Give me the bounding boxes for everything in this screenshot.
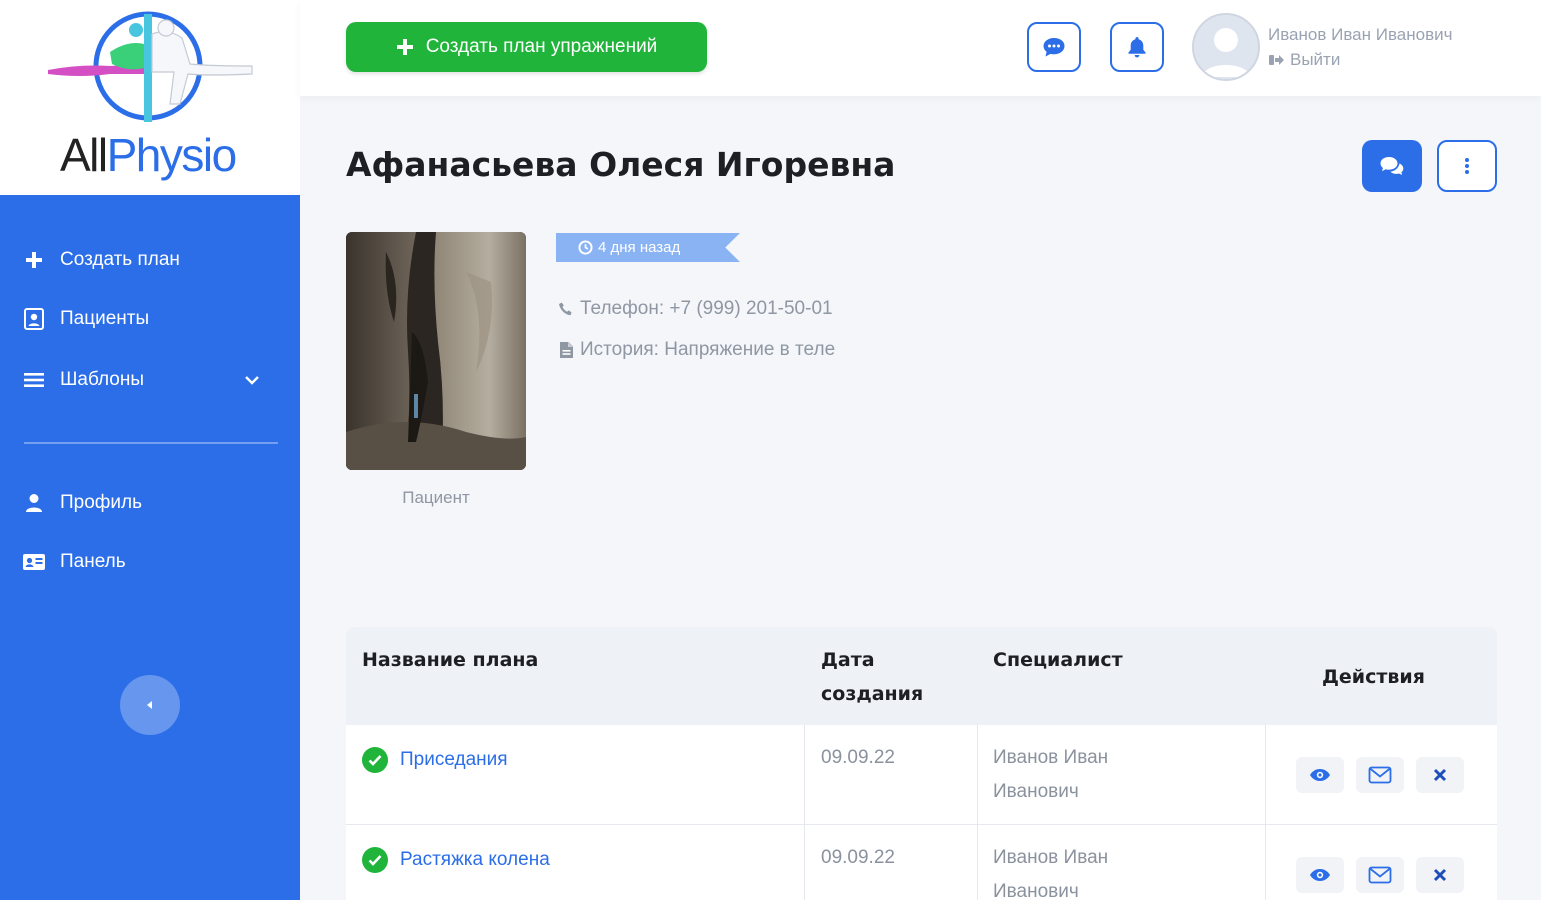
history-line: История: Напряжение в теле [556,339,835,361]
plan-link[interactable]: Приседания [362,743,508,777]
brand-name: AllPhysio [60,128,238,182]
logout-icon [1269,55,1284,65]
chat-with-patient-button[interactable] [1362,140,1422,192]
envelope-icon [1368,866,1392,884]
sidebar-item-label: Пациенты [60,308,150,329]
close-icon [1433,768,1447,782]
plan-name: Приседания [400,749,508,770]
sidebar-item-label: Создать план [60,249,180,270]
specialist-name-line2: Иванович [993,781,1079,802]
table-row: Приседания 09.09.22 Иванов Иван Иванович [346,725,1497,825]
list-icon [22,368,46,392]
brand-name-all: All [60,129,108,181]
specialist-name-line1: Иванов Иван [993,747,1109,768]
create-exercise-plan-label: Создать план упражнений [425,36,658,57]
sidebar-divider [24,442,278,444]
table-row: Растяжка колена 09.09.22 Иванов Иван Ива… [346,825,1497,900]
send-plan-button[interactable] [1356,857,1404,893]
column-header-plan-name[interactable]: Название плана [362,643,538,677]
envelope-icon [1368,766,1392,784]
logout-label: Выйти [1290,50,1341,69]
sidebar-item-profile[interactable]: Профиль [22,488,142,518]
eye-icon [1310,769,1330,781]
sidebar: Создать план Пациенты Шаблоны Профиль Па… [0,195,300,900]
vertical-ellipsis-icon [1465,158,1469,174]
page-title: Афанасьева Олеся Игоревна [346,145,896,184]
messages-button[interactable] [1027,22,1081,72]
sidebar-item-label: Панель [60,551,126,572]
column-header-actions: Действия [1322,666,1425,688]
column-header-created-line2[interactable]: создания [821,677,923,711]
default-avatar-icon [1194,15,1258,79]
brand-name-physio: Physio [106,129,238,181]
sidebar-item-templates[interactable]: Шаблоны [22,365,144,395]
clock-icon [578,240,593,255]
plans-table: Название плана Дата создания Специалист … [346,627,1497,900]
chevron-down-icon[interactable] [242,370,262,390]
file-icon [556,341,576,359]
logo-area: AllPhysio [0,0,300,195]
logout-link[interactable]: Выйти [1268,50,1340,70]
comments-icon [1380,157,1404,175]
specialist-name-line1: Иванов Иван [993,847,1109,868]
delete-plan-button[interactable] [1416,857,1464,893]
patients-icon [22,307,46,331]
phone-line: Телефон: +7 (999) 201-50-01 [556,298,833,320]
plan-date: 09.09.22 [821,847,895,868]
delete-plan-button[interactable] [1416,757,1464,793]
chat-bubble-icon [1043,38,1065,57]
sidebar-collapse-button[interactable] [120,675,180,735]
id-card-icon [22,550,46,574]
history-text: История: Напряжение в теле [580,339,836,360]
user-icon [22,491,46,515]
phone-icon [556,301,576,317]
plus-icon [22,248,46,272]
user-name: Иванов Иван Иванович [1268,25,1453,44]
check-circle-icon [362,747,388,773]
plan-date: 09.09.22 [821,747,895,768]
create-exercise-plan-button[interactable]: Создать план упражнений [346,22,707,72]
phone-text: Телефон: +7 (999) 201-50-01 [580,298,833,319]
close-icon [1433,868,1447,882]
patient-photo [346,232,526,470]
table-header: Название плана Дата создания Специалист … [346,627,1497,725]
column-header-created-line1[interactable]: Дата [821,643,875,677]
plus-icon [396,39,413,55]
send-plan-button[interactable] [1356,757,1404,793]
user-avatar[interactable] [1192,13,1260,81]
sidebar-item-label: Профиль [60,492,143,513]
last-activity-badge: 4 дня назад [556,233,740,262]
sidebar-item-label: Шаблоны [60,369,145,390]
more-options-button[interactable] [1437,140,1497,192]
sidebar-item-dashboard[interactable]: Панель [22,547,126,577]
last-activity-text: 4 дня назад [598,239,681,256]
plan-name: Растяжка колена [400,849,550,870]
chevron-left-icon [147,701,152,709]
plan-link[interactable]: Растяжка колена [362,843,550,877]
allphysio-emblem-icon [48,11,253,122]
view-plan-button[interactable] [1296,757,1344,793]
check-circle-icon [362,847,388,873]
notifications-button[interactable] [1110,22,1164,72]
eye-icon [1310,869,1330,881]
bell-icon [1128,37,1146,58]
sidebar-item-create-plan[interactable]: Создать план [22,245,180,275]
sidebar-item-patients[interactable]: Пациенты [22,304,149,334]
column-header-specialist[interactable]: Специалист [993,643,1123,677]
photo-caption: Пациент [402,488,470,507]
view-plan-button[interactable] [1296,857,1344,893]
specialist-name-line2: Иванович [993,881,1079,900]
